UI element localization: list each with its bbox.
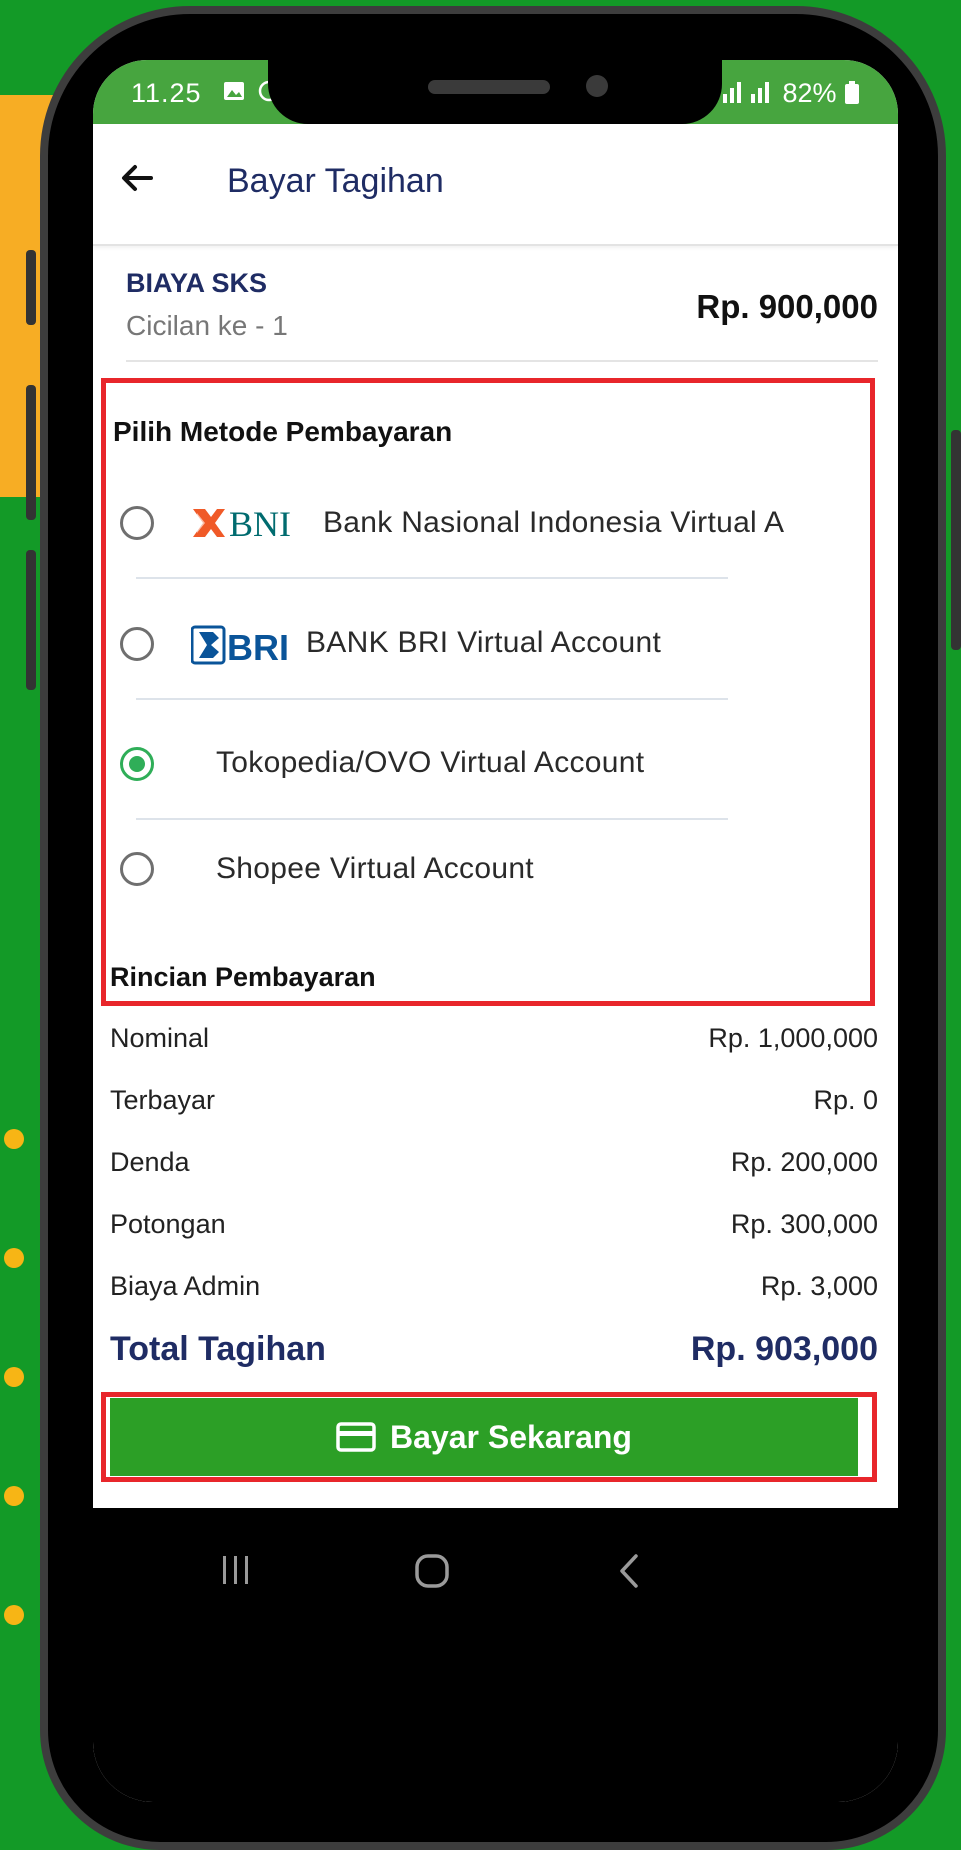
payment-option-label: BANK BRI Virtual Account xyxy=(306,626,662,659)
bill-amount: Rp. 900,000 xyxy=(696,288,878,325)
volume-button xyxy=(26,250,36,325)
total-row: Total Tagihan Rp. 903,000 xyxy=(110,1330,878,1374)
detail-row: Potongan Rp. 300,000 xyxy=(110,1209,878,1249)
camera-notch xyxy=(268,60,722,124)
total-value: Rp. 903,000 xyxy=(690,1330,878,1368)
background-dot xyxy=(4,1486,24,1506)
detail-row: Biaya Admin Rp. 3,000 xyxy=(110,1271,878,1311)
back-icon[interactable] xyxy=(617,1553,641,1589)
background-dot xyxy=(4,1248,24,1268)
bri-logo: BRI xyxy=(191,625,287,666)
volume-button xyxy=(26,385,36,520)
radio-button[interactable] xyxy=(120,506,154,540)
app-bar: Bayar Tagihan xyxy=(93,124,898,246)
radio-button[interactable] xyxy=(120,852,154,886)
page-title: Bayar Tagihan xyxy=(227,162,444,200)
phone-screen: 11.25 82% Bayar Tagihan BIAYA SKS Cicila… xyxy=(93,60,898,1802)
detail-row: Nominal Rp. 1,000,000 xyxy=(110,1023,878,1063)
detail-value: Rp. 300,000 xyxy=(730,1209,878,1239)
payment-details-title: Rincian Pembayaran xyxy=(110,962,376,992)
credit-card-icon xyxy=(336,1422,376,1452)
bill-installment: Cicilan ke - 1 xyxy=(126,310,288,341)
detail-value: Rp. 1,000,000 xyxy=(708,1023,878,1053)
image-icon xyxy=(224,82,244,100)
payment-option-label: Bank Nasional Indonesia Virtual A xyxy=(323,506,785,539)
payment-option-bri[interactable]: BRI BANK BRI Virtual Account xyxy=(93,590,898,690)
payment-option-bni[interactable]: BNI Bank Nasional Indonesia Virtual A xyxy=(93,470,898,570)
radio-button-selected[interactable] xyxy=(120,747,154,781)
divider xyxy=(136,698,728,700)
status-time: 11.25 xyxy=(131,78,202,108)
detail-value: Rp. 200,000 xyxy=(730,1147,878,1177)
battery-icon xyxy=(845,81,859,104)
detail-label: Biaya Admin xyxy=(110,1271,261,1301)
payment-option-shopee[interactable]: Shopee Virtual Account xyxy=(93,816,898,916)
detail-label: Terbayar xyxy=(110,1085,216,1115)
pay-now-button[interactable]: Bayar Sekarang xyxy=(110,1398,858,1476)
detail-row: Denda Rp. 200,000 xyxy=(110,1147,878,1187)
divider xyxy=(136,577,728,579)
front-camera xyxy=(586,75,608,97)
payment-option-tokopedia-ovo[interactable]: Tokopedia/OVO Virtual Account xyxy=(93,710,898,810)
detail-row: Terbayar Rp. 0 xyxy=(110,1085,878,1125)
divider xyxy=(126,360,878,362)
payment-option-label: Shopee Virtual Account xyxy=(216,852,534,885)
bri-logo-text: BRI xyxy=(227,627,287,666)
detail-label: Denda xyxy=(110,1147,190,1177)
payment-method-title: Pilih Metode Pembayaran xyxy=(113,416,453,447)
detail-label: Nominal xyxy=(110,1023,210,1053)
total-label: Total Tagihan xyxy=(110,1330,326,1368)
bixby-button xyxy=(26,550,36,690)
home-icon[interactable] xyxy=(414,1553,450,1589)
background-dot xyxy=(4,1367,24,1387)
background-dot xyxy=(4,1129,24,1149)
bni-logo: BNI xyxy=(193,504,291,543)
bni-logo-text: BNI xyxy=(229,504,291,543)
background-dot xyxy=(4,1605,24,1625)
speaker-grille xyxy=(428,80,550,94)
radio-button[interactable] xyxy=(120,627,154,661)
system-nav-bar xyxy=(93,1508,898,1802)
bill-title: BIAYA SKS xyxy=(126,268,268,298)
recent-apps-icon[interactable] xyxy=(220,1553,252,1587)
detail-value: Rp. 3,000 xyxy=(760,1271,878,1301)
detail-label: Potongan xyxy=(110,1209,226,1239)
payment-option-label: Tokopedia/OVO Virtual Account xyxy=(216,746,645,779)
signal-icon xyxy=(722,82,769,103)
power-button xyxy=(951,430,961,650)
back-arrow-icon[interactable] xyxy=(117,158,157,198)
battery-percent: 82% xyxy=(782,78,837,108)
detail-value: Rp. 0 xyxy=(813,1085,878,1115)
pay-now-label: Bayar Sekarang xyxy=(390,1418,632,1455)
